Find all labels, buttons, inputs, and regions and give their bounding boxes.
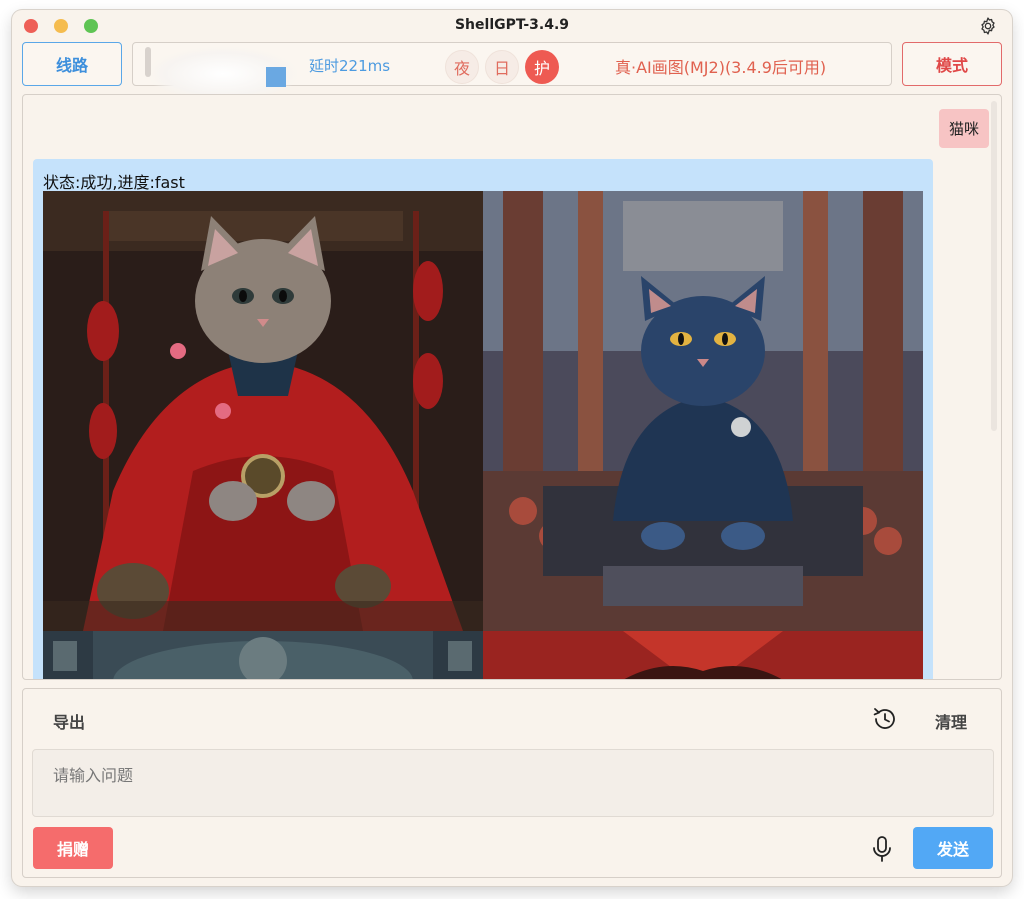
history-icon[interactable] (871, 705, 899, 733)
cat-red-robe-image[interactable] (43, 191, 483, 631)
generated-image-grid[interactable] (43, 191, 923, 679)
day-mode-button[interactable]: 日 (485, 50, 519, 84)
model-label[interactable]: 真·AI画图(MJ2)(3.4.9后可用) (615, 54, 826, 78)
chat-area: 猫咪 状态:成功,进度:fast (22, 94, 1002, 680)
input-panel: 导出 清理 捐赠 发送 (22, 688, 1002, 878)
send-button[interactable]: 发送 (913, 827, 993, 869)
eye-care-mode-button[interactable]: 护 (525, 50, 559, 84)
mode-button[interactable]: 模式 (902, 42, 1002, 86)
microphone-icon[interactable] (871, 835, 893, 863)
bot-message: 状态:成功,进度:fast (33, 159, 933, 679)
export-button[interactable]: 导出 (53, 709, 85, 733)
clear-button[interactable]: 清理 (935, 709, 967, 733)
gear-icon[interactable] (978, 16, 998, 36)
connection-indicator-icon (266, 67, 286, 87)
user-message: 猫咪 (938, 109, 989, 148)
chat-scrollbar[interactable] (991, 101, 997, 431)
latency-label: 延时221ms (309, 57, 391, 75)
cat-blue-throne-image[interactable] (483, 191, 923, 631)
redaction-mark (145, 47, 151, 77)
title-bar: ShellGPT-3.4.9 (12, 10, 1012, 42)
bot-status-text: 状态:成功,进度:fast (43, 173, 185, 192)
status-bar: 延时221ms 夜 日 护 真·AI画图(MJ2)(3.4.9后可用) (132, 42, 892, 101)
red-geometric-image[interactable] (483, 631, 923, 679)
question-input[interactable] (32, 749, 994, 817)
window-title: ShellGPT-3.4.9 (454, 17, 570, 33)
route-button[interactable]: 线路 (22, 42, 122, 86)
app-window: ShellGPT-3.4.9 线路 延时221ms 夜 日 护 真·AI画图(M… (12, 10, 1012, 886)
donate-button[interactable]: 捐赠 (33, 827, 113, 869)
night-mode-button[interactable]: 夜 (445, 50, 479, 84)
ornate-temple-image[interactable] (43, 631, 483, 679)
